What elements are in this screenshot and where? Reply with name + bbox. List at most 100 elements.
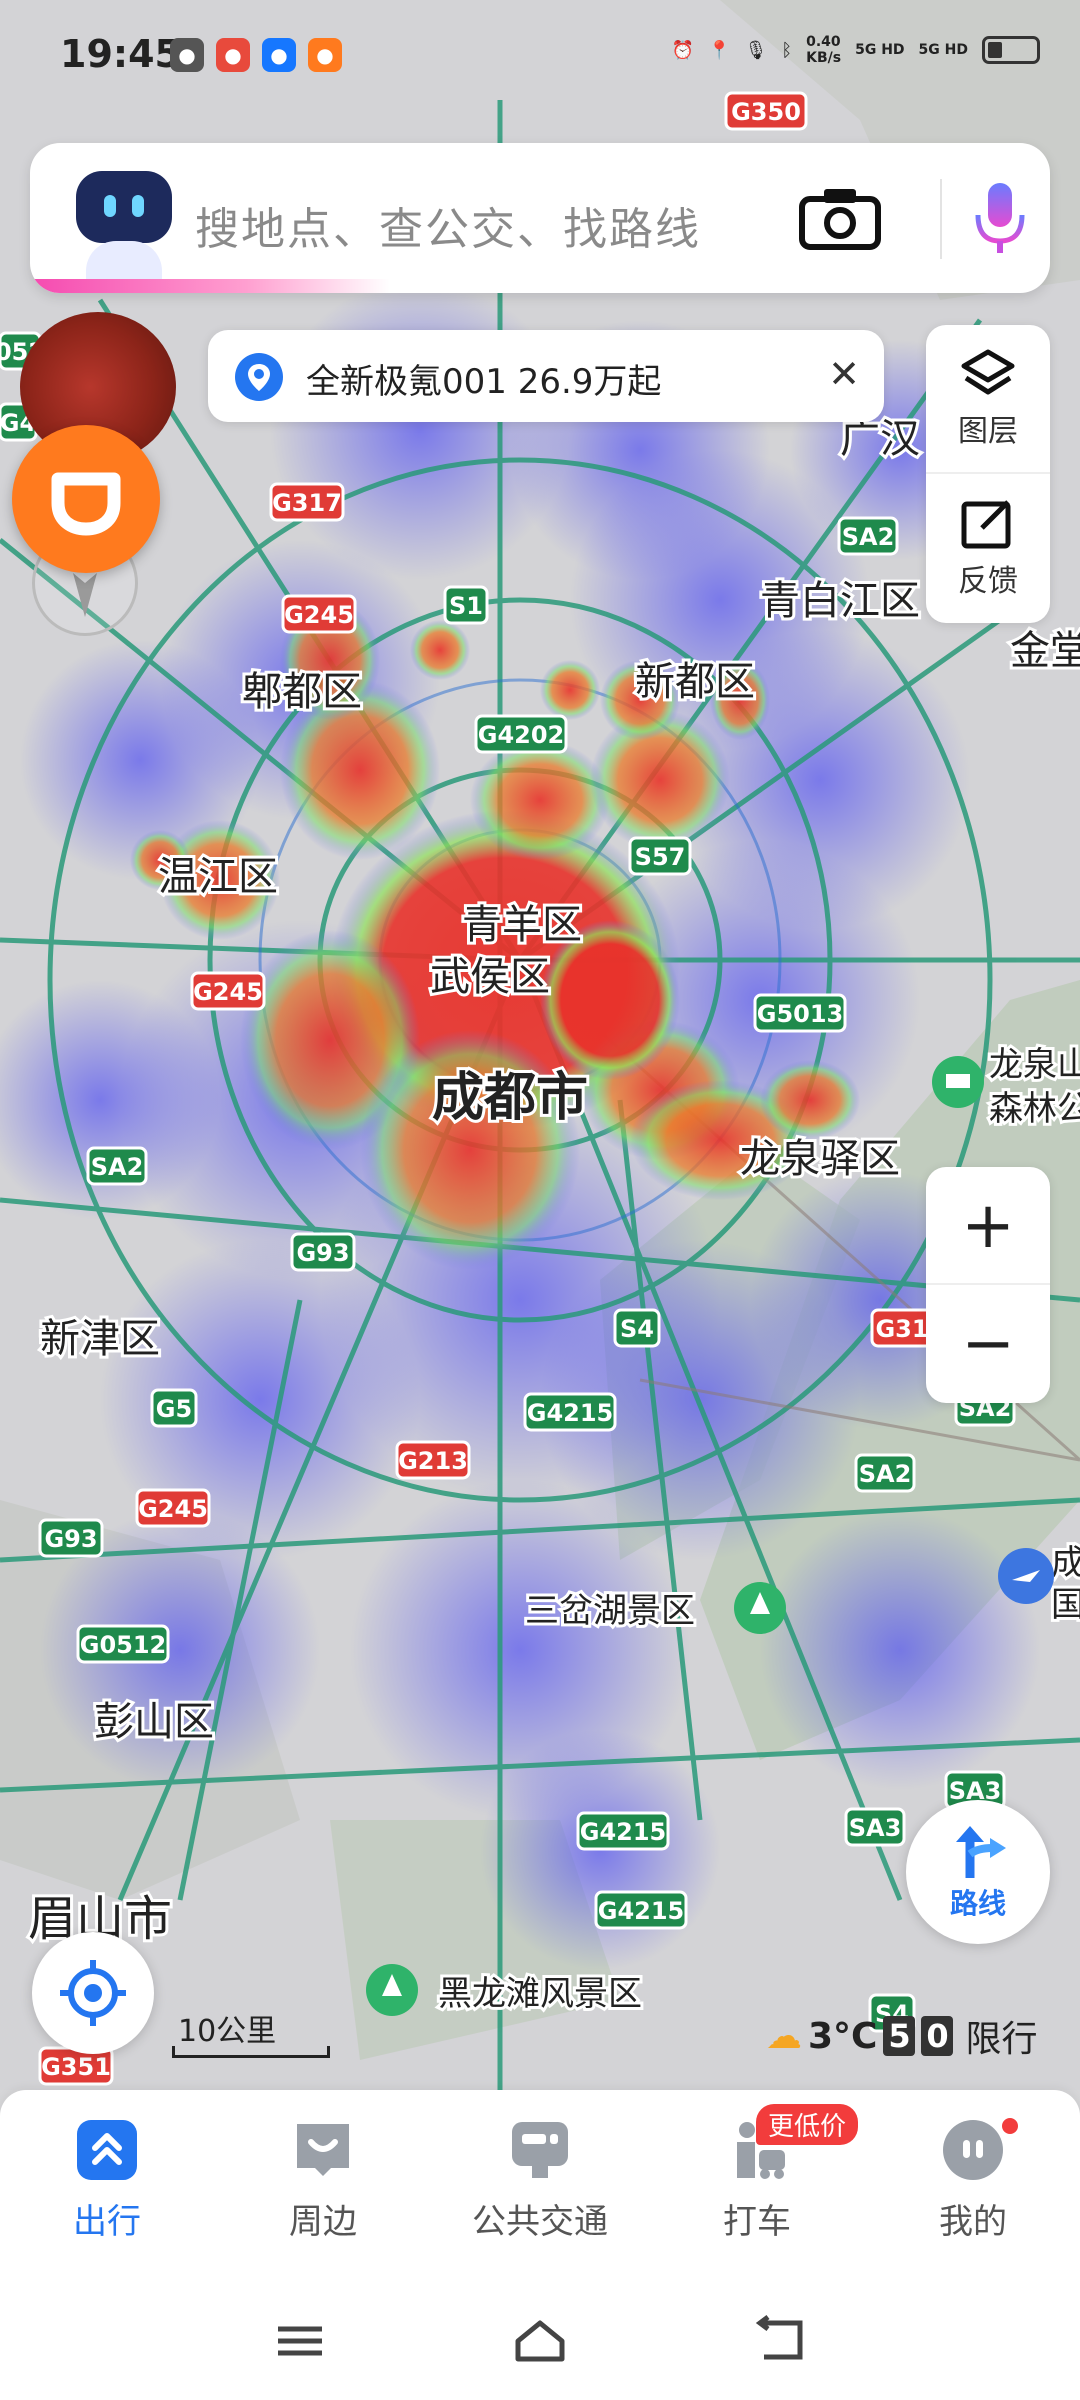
- svg-text:G0512: G0512: [80, 1631, 167, 1659]
- zoom-controls: + −: [926, 1167, 1050, 1403]
- district-label: 武侯区: [430, 954, 550, 1000]
- heatmap-map[interactable]: G350 G317 G245 S1 G4202 S57 G245 G5013 S…: [0, 0, 1080, 2090]
- nav-item-profile[interactable]: 我的: [888, 2118, 1058, 2243]
- layers-label: 图层: [958, 413, 1018, 449]
- road-shield: SA2: [86, 1146, 148, 1186]
- nav-item-transit[interactable]: 公共交通: [455, 2118, 625, 2243]
- alipay-icon: ●: [262, 38, 296, 72]
- ad-text[interactable]: 全新极氪001 26.9万起: [306, 354, 661, 403]
- weather-widget[interactable]: ☁ 3°C 5 0 限行: [766, 2010, 1037, 2062]
- zoom-in-button[interactable]: +: [926, 1167, 1050, 1285]
- signal-2: 5G HD: [918, 42, 968, 58]
- road-shield: S57: [628, 836, 692, 876]
- airport-icon: [998, 1548, 1054, 1604]
- svg-text:SA2: SA2: [842, 523, 895, 551]
- close-icon[interactable]: ✕: [822, 352, 866, 396]
- camera-icon[interactable]: [798, 185, 882, 251]
- zoom-out-button[interactable]: −: [926, 1285, 1050, 1403]
- profile-icon: [941, 2118, 1005, 2182]
- home-icon[interactable]: [510, 2315, 570, 2365]
- svg-text:G4215: G4215: [598, 1897, 685, 1925]
- road-shield: G31: [870, 1308, 934, 1348]
- svg-text:G245: G245: [138, 1495, 208, 1523]
- svg-text:G4215: G4215: [527, 1399, 614, 1427]
- layers-button[interactable]: 图层: [926, 325, 1050, 474]
- poi-label: 三岔湖景区: [525, 1591, 695, 1631]
- district-label: 新都区: [635, 659, 755, 705]
- nav-label: 打车: [723, 2202, 791, 2242]
- didi-icon[interactable]: [12, 425, 160, 573]
- locate-button[interactable]: [32, 1932, 154, 2054]
- poi-label: 国: [1051, 1585, 1080, 1625]
- district-label: 郫都区: [242, 669, 362, 715]
- svg-text:G4215: G4215: [580, 1818, 667, 1846]
- ad-banner[interactable]: 全新极氪001 26.9万起 ✕: [208, 330, 884, 422]
- nav-item-travel[interactable]: 出行: [22, 2118, 192, 2243]
- park-icon: [932, 1056, 984, 1108]
- road-shield: G213: [395, 1440, 471, 1480]
- bus-icon: [508, 2118, 572, 2182]
- district-label: 金堂: [1010, 628, 1080, 674]
- voice-search-icon[interactable]: [940, 179, 1030, 259]
- district-label: 青羊区: [462, 902, 582, 948]
- road-shield: SA3: [844, 1807, 906, 1847]
- search-bar[interactable]: 搜地点、查公交、找路线: [30, 143, 1050, 293]
- system-nav-bar: [0, 2275, 1080, 2400]
- scale-label: 10公里: [178, 2014, 277, 2049]
- layers-icon: [961, 349, 1015, 394]
- park-icon: [734, 1582, 786, 1634]
- district-label: 龙泉驿区: [740, 1136, 900, 1182]
- map-app-icon: ●: [216, 38, 250, 72]
- map-tools-panel: 图层 反馈: [926, 325, 1050, 623]
- notification-icons: ● ● ● ●: [170, 38, 342, 72]
- svg-text:SA3: SA3: [849, 1814, 902, 1842]
- road-shield: G93: [290, 1232, 356, 1272]
- back-icon[interactable]: [750, 2315, 810, 2365]
- park-icon: [366, 1964, 418, 2016]
- svg-text:S4: S4: [620, 1315, 654, 1343]
- svg-text:G317: G317: [272, 489, 342, 517]
- restriction-digit: 5: [883, 2016, 916, 2056]
- poi-label: 龙泉山: [989, 1045, 1080, 1085]
- svg-text:G245: G245: [284, 601, 354, 629]
- district-label: 温江区: [158, 854, 278, 900]
- svg-text:S57: S57: [635, 843, 686, 871]
- poi-label: 成: [1051, 1543, 1080, 1583]
- svg-text:SA2: SA2: [859, 1460, 912, 1488]
- svg-text:G4202: G4202: [478, 721, 565, 749]
- mic-status-icon: 🎙: [744, 39, 768, 61]
- restriction-label: 限行: [965, 2019, 1038, 2060]
- nav-item-nearby[interactable]: 周边: [238, 2118, 408, 2243]
- road-shield: SA2: [854, 1453, 916, 1493]
- nav-label: 出行: [73, 2202, 141, 2242]
- nav-label: 公共交通: [472, 2202, 608, 2242]
- svg-text:SA2: SA2: [91, 1153, 144, 1181]
- road-shield: G245: [190, 971, 266, 1011]
- svg-text:G351: G351: [41, 2053, 111, 2081]
- city-label: 成都市: [432, 1068, 588, 1128]
- battery-icon: [982, 36, 1040, 64]
- road-shield: G317: [269, 482, 345, 522]
- route-label: 路线: [949, 1887, 1006, 1920]
- restriction-digit: 0: [921, 2016, 954, 2056]
- menu-icon[interactable]: [270, 2315, 330, 2365]
- status-indicators: ⏰ 📍 🎙 ᛒ 0.40 KB/s 5G HD 5G HD: [672, 34, 1040, 66]
- route-icon: [956, 1826, 1006, 1878]
- road-shield: SA2: [837, 516, 899, 556]
- bluetooth-icon: ᛒ: [781, 39, 793, 61]
- route-button[interactable]: 路线: [906, 1800, 1050, 1944]
- feedback-label: 反馈: [958, 563, 1018, 599]
- svg-text:S1: S1: [449, 592, 483, 620]
- poi-label: 森林公: [989, 1089, 1080, 1129]
- search-input[interactable]: 搜地点、查公交、找路线: [195, 193, 701, 257]
- svg-text:G245: G245: [193, 978, 263, 1006]
- status-bar: 19:45 ● ● ● ● ⏰ 📍 🎙 ᛒ 0.40 KB/s 5G HD 5G …: [0, 0, 1080, 110]
- feedback-button[interactable]: 反馈: [926, 474, 1050, 623]
- assistant-robot-icon[interactable]: [76, 171, 172, 243]
- location-pin-icon: [234, 352, 284, 402]
- wechat-icon: ●: [170, 38, 204, 72]
- svg-text:G5013: G5013: [757, 1000, 844, 1028]
- travel-icon: [75, 2118, 139, 2182]
- svg-text:G93: G93: [44, 1525, 97, 1553]
- crosshair-icon: [60, 1960, 126, 2026]
